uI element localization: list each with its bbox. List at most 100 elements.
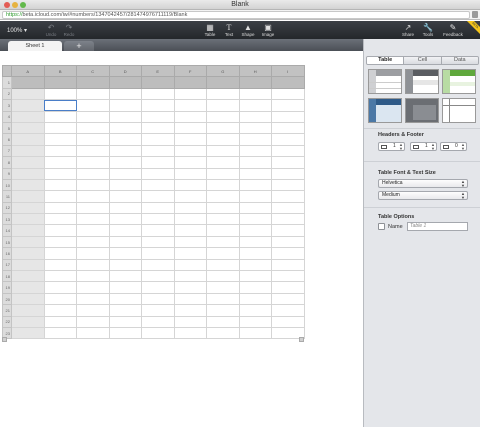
grid-cell[interactable] bbox=[238, 224, 272, 237]
grid-cell[interactable] bbox=[108, 190, 142, 203]
grid-cell[interactable] bbox=[76, 99, 110, 112]
row-header[interactable]: 13 bbox=[2, 213, 12, 226]
grid-cell[interactable] bbox=[271, 156, 305, 169]
grid-cell[interactable] bbox=[238, 87, 272, 101]
grid-cell[interactable] bbox=[238, 133, 272, 146]
grid-cell[interactable] bbox=[238, 235, 272, 249]
grid-cell[interactable] bbox=[173, 235, 207, 249]
grid-cell[interactable] bbox=[271, 304, 305, 317]
grid-cell[interactable] bbox=[141, 247, 175, 260]
grid-cell[interactable] bbox=[76, 201, 110, 215]
grid-cell[interactable] bbox=[206, 190, 240, 203]
grid-cell[interactable] bbox=[76, 110, 110, 123]
grid-cell[interactable] bbox=[238, 258, 272, 272]
grid-cell[interactable] bbox=[141, 156, 175, 169]
grid-cell[interactable] bbox=[43, 304, 77, 317]
grid-cell[interactable] bbox=[11, 156, 45, 169]
grid-cell[interactable] bbox=[76, 76, 110, 89]
grid-cell[interactable] bbox=[206, 235, 240, 249]
column-header[interactable]: D bbox=[108, 64, 142, 78]
grid-cell[interactable] bbox=[206, 121, 240, 135]
shape-button[interactable]: ▲ Shape bbox=[239, 23, 257, 39]
grid-cell[interactable] bbox=[76, 235, 110, 249]
row-header[interactable]: 12 bbox=[2, 201, 12, 215]
grid-cell[interactable] bbox=[76, 270, 110, 283]
grid-cell[interactable] bbox=[141, 99, 175, 112]
grid-cell[interactable] bbox=[173, 156, 207, 169]
grid-cell[interactable] bbox=[206, 315, 240, 329]
grid-cell[interactable] bbox=[206, 270, 240, 283]
grid-cell[interactable] bbox=[206, 292, 240, 306]
grid-cell[interactable] bbox=[76, 156, 110, 169]
grid-cell[interactable] bbox=[173, 213, 207, 226]
grid-cell[interactable] bbox=[76, 121, 110, 135]
grid-cell[interactable] bbox=[76, 133, 110, 146]
grid-cell[interactable] bbox=[173, 281, 207, 294]
tools-button[interactable]: 🔧 Tools bbox=[419, 23, 437, 39]
grid-cell[interactable] bbox=[141, 326, 175, 340]
grid-cell[interactable] bbox=[173, 178, 207, 192]
grid-cell[interactable] bbox=[141, 201, 175, 215]
grid-cell[interactable] bbox=[173, 87, 207, 101]
grid-cell[interactable] bbox=[206, 201, 240, 215]
grid-cell[interactable] bbox=[141, 304, 175, 317]
grid-cell[interactable] bbox=[108, 133, 142, 146]
grid-cell[interactable] bbox=[271, 315, 305, 329]
grid-cell[interactable] bbox=[141, 110, 175, 123]
table-button[interactable]: ▦ Table bbox=[201, 23, 219, 39]
grid-cell[interactable] bbox=[173, 304, 207, 317]
grid-cell[interactable] bbox=[11, 270, 45, 283]
grid-cell[interactable] bbox=[11, 292, 45, 306]
grid-cell[interactable] bbox=[271, 190, 305, 203]
grid-cell[interactable] bbox=[271, 224, 305, 237]
grid-cell[interactable] bbox=[108, 326, 142, 340]
grid-cell[interactable] bbox=[108, 315, 142, 329]
column-header[interactable]: C bbox=[76, 64, 110, 78]
grid-cell[interactable] bbox=[271, 235, 305, 249]
grid-cell[interactable] bbox=[238, 99, 272, 112]
grid-cell[interactable] bbox=[43, 156, 77, 169]
grid-cell[interactable] bbox=[238, 270, 272, 283]
grid-cell[interactable] bbox=[238, 292, 272, 306]
row-header[interactable]: 7 bbox=[2, 144, 12, 158]
grid-cell[interactable] bbox=[271, 247, 305, 260]
header-cols-stepper[interactable]: 1 ▲ ▼ bbox=[410, 142, 437, 151]
table-style-1[interactable] bbox=[368, 69, 402, 94]
image-button[interactable]: ▣ Image bbox=[259, 23, 277, 39]
grid-cell[interactable] bbox=[11, 110, 45, 123]
sheet-tab-active[interactable]: Sheet 1 bbox=[8, 41, 62, 51]
grid-cell[interactable] bbox=[271, 167, 305, 180]
grid-cell[interactable] bbox=[173, 144, 207, 158]
grid-cell[interactable] bbox=[43, 133, 77, 146]
table-style-3[interactable] bbox=[442, 69, 476, 94]
grid-cell[interactable] bbox=[238, 326, 272, 340]
grid-cell[interactable] bbox=[141, 167, 175, 180]
column-header[interactable]: B bbox=[43, 64, 77, 78]
grid-cell[interactable] bbox=[206, 178, 240, 192]
grid-cell[interactable] bbox=[206, 304, 240, 317]
grid-cell[interactable] bbox=[108, 144, 142, 158]
grid-cell[interactable] bbox=[141, 133, 175, 146]
grid-cell[interactable] bbox=[173, 258, 207, 272]
grid-cell[interactable] bbox=[43, 235, 77, 249]
grid-cell[interactable] bbox=[238, 167, 272, 180]
grid-cell[interactable] bbox=[238, 156, 272, 169]
grid-cell[interactable] bbox=[271, 99, 305, 112]
url-field[interactable]: https://beta.icloud.com/iw/#numbers/1347… bbox=[2, 11, 470, 19]
grid-cell[interactable] bbox=[173, 110, 207, 123]
grid-cell[interactable] bbox=[238, 247, 272, 260]
grid-cell[interactable] bbox=[141, 76, 175, 89]
grid-cell[interactable] bbox=[238, 178, 272, 192]
grid-cell[interactable] bbox=[173, 167, 207, 180]
row-header[interactable]: 19 bbox=[2, 281, 12, 294]
grid-cell[interactable] bbox=[238, 76, 272, 89]
grid-cell[interactable] bbox=[11, 304, 45, 317]
grid-cell[interactable] bbox=[173, 247, 207, 260]
grid-cell[interactable] bbox=[108, 99, 142, 112]
tab-table[interactable]: Table bbox=[367, 57, 404, 64]
grid-cell[interactable] bbox=[206, 99, 240, 112]
grid-cell[interactable] bbox=[11, 247, 45, 260]
text-size-select[interactable]: Medium ▲ ▼ bbox=[378, 191, 468, 200]
grid-cell[interactable] bbox=[11, 190, 45, 203]
column-header[interactable]: F bbox=[173, 64, 207, 78]
